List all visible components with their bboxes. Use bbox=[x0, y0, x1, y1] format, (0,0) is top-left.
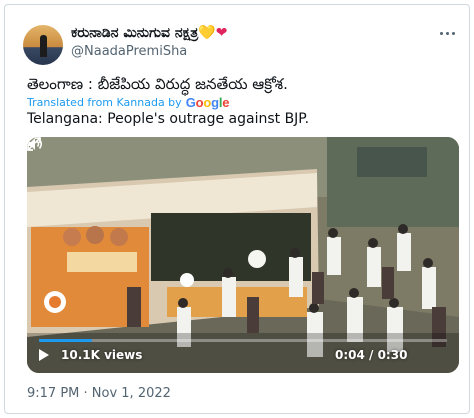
tweet-text: తెలంగాణ : బీజేపియ విరుద్ధ జనతేయ ఆక్రోశ. bbox=[27, 75, 288, 93]
view-count: 10.1K views bbox=[61, 348, 143, 362]
tweet-card: ಕರುನಾಡಿನ ಮಿನುಗುವ ನಕ್ಷತ್ರ💛❤ @NaadaPremiSh… bbox=[4, 4, 470, 414]
translated-text: Telangana: People's outrage against BJP. bbox=[27, 111, 310, 127]
google-logo-letter: e bbox=[222, 95, 230, 110]
red-heart-icon: ❤ bbox=[215, 25, 228, 41]
yellow-heart-icon: 💛 bbox=[198, 25, 216, 41]
google-logo: Google bbox=[186, 95, 230, 110]
video-frame bbox=[27, 137, 459, 373]
google-logo-letter: G bbox=[185, 95, 196, 110]
tweet-timestamp[interactable]: 9:17 PM · Nov 1, 2022 bbox=[27, 386, 171, 401]
video-player[interactable]: 10.1K views 0:04 / 0:30 bbox=[27, 137, 459, 373]
translated-from-label[interactable]: Translated from Kannada by bbox=[27, 96, 182, 109]
fullscreen-icon[interactable] bbox=[27, 137, 41, 151]
display-name[interactable]: ಕರುನಾಡಿನ ಮಿನುಗುವ ನಕ್ಷತ್ರ💛❤ bbox=[71, 25, 227, 41]
avatar[interactable] bbox=[23, 25, 63, 65]
more-options-icon[interactable] bbox=[437, 25, 457, 41]
google-logo-letter: o bbox=[203, 95, 212, 110]
user-handle[interactable]: @NaadaPremiSha bbox=[71, 44, 187, 59]
video-progress-bar[interactable] bbox=[39, 339, 447, 342]
google-logo-letter: g bbox=[211, 95, 219, 110]
display-name-text: ಕರುನಾಡಿನ ಮಿನುಗುವ ನಕ್ಷತ್ರ bbox=[71, 25, 199, 41]
play-icon[interactable] bbox=[39, 349, 49, 361]
video-time: 0:04 / 0:30 bbox=[335, 348, 408, 362]
video-progress-fill bbox=[39, 339, 93, 342]
translation-attribution: Translated from Kannada by Google bbox=[27, 95, 230, 110]
